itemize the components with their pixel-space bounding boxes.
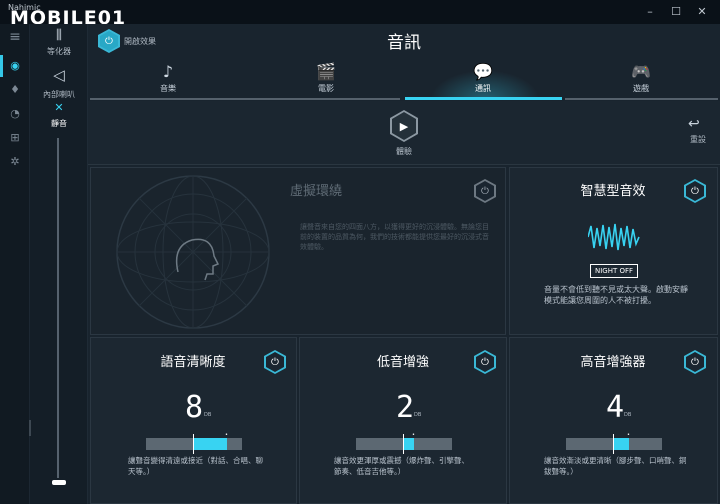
power-icon: ⏻ — [476, 352, 494, 372]
network-icon[interactable]: ⊞ — [0, 127, 30, 149]
treble-boost-title: 高音增強器 — [580, 355, 646, 370]
bass-boost-unit: DB — [414, 412, 422, 418]
bass-boost-description: 讓音效更渾厚或震撼（爆炸聲、引擎聲、節奏、低音吉他等。） — [334, 456, 469, 476]
slider-marker — [29, 420, 31, 436]
tab-gaming[interactable]: 🎮 遊戲 — [563, 60, 719, 100]
power-icon: ⏻ — [686, 181, 704, 201]
power-label: 開啟效果 — [124, 37, 156, 46]
slider-center-mark — [403, 434, 404, 454]
play-demo-label: 體驗 — [396, 147, 412, 156]
clapperboard-icon: 🎬 — [316, 62, 336, 81]
voice-clarity-value: 8 — [185, 390, 204, 425]
power-icon: ⏻ — [476, 181, 494, 201]
microphone-icon[interactable]: ♦ — [0, 79, 30, 101]
power-icon: ⏻ — [100, 31, 118, 51]
settings-icon[interactable]: ✲ — [0, 151, 30, 173]
bass-boost-fill — [404, 438, 414, 450]
waveform-icon — [588, 223, 640, 251]
tab-label: 通訊 — [475, 84, 491, 93]
tab-divider — [565, 98, 718, 100]
minimize-button[interactable]: – — [642, 4, 658, 20]
speaker-icon[interactable]: ◉ — [0, 55, 30, 77]
night-mode-toggle[interactable]: NIGHT OFF — [590, 264, 638, 278]
treble-boost-description: 讓音效漸淡或更清晰（腳步聲、口哨聲、銅鈸聲等。） — [544, 456, 687, 476]
music-note-icon: ♪ — [162, 62, 174, 81]
bass-boost-slider[interactable]: • — [356, 432, 452, 454]
tab-label: 電影 — [318, 84, 334, 93]
voice-clarity-title: 語音清晰度 — [160, 355, 226, 370]
slider-center-mark — [193, 434, 194, 454]
bass-boost-value: 2 — [396, 390, 415, 425]
slider-handle-dot[interactable]: • — [225, 432, 228, 438]
equalizer-label: 等化器 — [47, 47, 71, 56]
surround-title: 虛擬環繞 — [290, 184, 343, 199]
tab-divider — [90, 98, 400, 100]
treble-boost-unit: DB — [624, 412, 632, 418]
voice-clarity-unit: DB — [204, 412, 212, 418]
mute-label[interactable]: 靜音 — [30, 118, 88, 129]
tab-movie[interactable]: 🎬 電影 — [248, 60, 404, 100]
slider-handle-dot[interactable]: • — [627, 432, 630, 438]
treble-boost-slider[interactable]: • — [566, 432, 662, 454]
power-icon: ⏻ — [266, 352, 284, 372]
hamburger-icon[interactable]: ≡ — [0, 26, 30, 48]
close-button[interactable]: ✕ — [694, 4, 710, 20]
speaker-label: 內部喇叭 — [43, 90, 75, 99]
reset-icon[interactable]: ↩ — [688, 116, 700, 132]
tab-music[interactable]: ♪ 音樂 — [90, 60, 246, 100]
slider-center-mark — [613, 434, 614, 454]
surround-sphere-graphic — [116, 175, 270, 329]
treble-boost-fill — [614, 438, 629, 450]
tab-communication[interactable]: 💬 通訊 — [405, 60, 561, 100]
maximize-button[interactable]: ☐ — [668, 4, 684, 20]
volume-slider-knob[interactable] — [52, 480, 66, 485]
gamepad-icon: 🎮 — [631, 62, 651, 81]
tab-label: 遊戲 — [633, 84, 649, 93]
voice-clarity-slider[interactable]: • — [146, 432, 242, 454]
voice-clarity-fill — [194, 438, 227, 450]
page-title: 音訊 — [387, 33, 421, 53]
treble-boost-value: 4 — [606, 390, 625, 425]
slider-handle-dot[interactable]: • — [412, 432, 415, 438]
voice-clarity-description: 讓聲音變得清遠或接近（對話、合唱、聊天等。） — [128, 456, 263, 476]
bass-boost-title: 低音增強 — [376, 355, 429, 370]
equalizer-icon[interactable]: ⫼ — [30, 28, 88, 43]
reset-label[interactable]: 重設 — [680, 134, 716, 145]
surround-description: 讓聲音來自您的四面八方，以獲得更好的沉浸體驗。無論您目前的裝置的品質為何，我們的… — [300, 223, 489, 251]
power-icon: ⏻ — [686, 352, 704, 372]
volume-slider-track[interactable] — [57, 138, 59, 478]
play-icon: ▶ — [392, 112, 416, 140]
internal-speaker-icon[interactable]: ◁ — [30, 66, 88, 84]
chat-bubble-icon: 💬 — [473, 62, 493, 81]
smart-volume-title: 智慧型音效 — [580, 184, 646, 199]
smart-volume-description: 音量不會低到聽不見或太大聲。啟動安靜模式能讓您周圍的人不被打擾。 — [544, 285, 688, 305]
gauge-icon[interactable]: ◔ — [0, 103, 30, 125]
active-tab-indicator — [405, 97, 562, 100]
tab-label: 音樂 — [160, 84, 176, 93]
mute-icon[interactable]: ✕ — [30, 101, 88, 114]
